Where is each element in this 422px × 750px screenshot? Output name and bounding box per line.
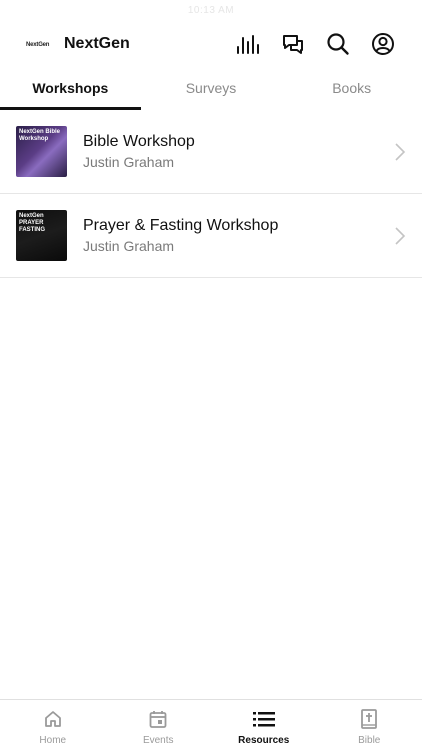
stats-icon[interactable]: [235, 31, 261, 57]
tab-surveys[interactable]: Surveys: [141, 66, 282, 110]
item-title: Bible Workshop: [83, 133, 195, 150]
item-author: Justin Graham: [83, 238, 175, 254]
status-bar: 10:13 AM: [0, 0, 422, 22]
home-icon: [41, 708, 65, 730]
item-title: Prayer & Fasting Workshop: [83, 217, 279, 234]
workshop-thumbnail: NextGen Bible Workshop: [16, 126, 67, 177]
tabbar-label: Home: [39, 735, 67, 746]
tabbar-home[interactable]: Home: [0, 700, 106, 750]
tab-workshops[interactable]: Workshops: [0, 66, 141, 110]
resource-tabs: Workshops Surveys Books: [0, 66, 422, 110]
app-header: NextGen NextGen: [0, 22, 422, 66]
profile-icon[interactable]: [370, 31, 396, 57]
app-title: NextGen: [64, 35, 130, 52]
list-item[interactable]: NextGen Bible Workshop Bible Workshop Ju…: [0, 110, 422, 194]
tabbar-label: Events: [142, 735, 174, 746]
tabbar-events[interactable]: Events: [106, 700, 212, 750]
list-icon: [252, 708, 276, 730]
calendar-icon: [146, 708, 170, 730]
list-item[interactable]: NextGen PRAYER FASTING Prayer & Fasting …: [0, 194, 422, 278]
item-author: Justin Graham: [83, 154, 175, 170]
bottom-tab-bar: Home Events Resources Bible: [0, 699, 422, 750]
app-logo: NextGen: [26, 42, 50, 48]
workshop-list: NextGen Bible Workshop Bible Workshop Ju…: [0, 110, 422, 278]
tabbar-label: Resources: [238, 735, 290, 746]
chevron-right-icon: [395, 227, 406, 245]
bible-icon: [357, 708, 381, 730]
tabbar-label: Bible: [358, 735, 381, 746]
workshop-thumbnail: NextGen PRAYER FASTING: [16, 210, 67, 261]
thumbnail-caption: NextGen PRAYER FASTING: [19, 213, 46, 233]
chat-icon[interactable]: [280, 31, 306, 57]
chevron-right-icon: [395, 143, 406, 161]
tabbar-resources[interactable]: Resources: [211, 700, 317, 750]
search-icon[interactable]: [325, 31, 351, 57]
thumbnail-caption: NextGen Bible Workshop: [19, 129, 61, 142]
tabbar-bible[interactable]: Bible: [317, 700, 422, 750]
status-time: 10:13 AM: [187, 5, 235, 16]
tab-books[interactable]: Books: [281, 66, 422, 110]
